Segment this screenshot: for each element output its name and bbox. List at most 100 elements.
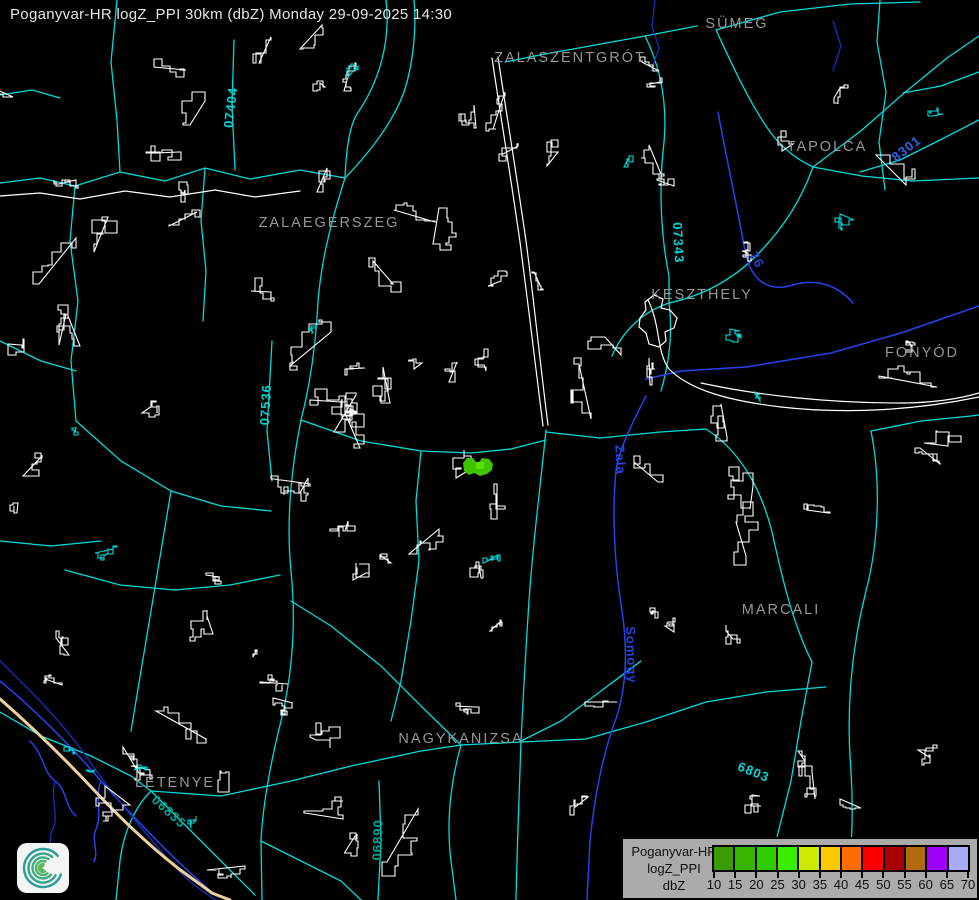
settlement-outline — [571, 358, 591, 419]
radar-viewer: ZALASZENTGRÓTSÜMEGTAPOLCAZALAEGERSZEGKES… — [0, 0, 979, 900]
settlement-outline — [182, 92, 205, 125]
settlement-outline — [928, 108, 943, 116]
colorbar-cell — [821, 847, 842, 870]
settlement-outline — [72, 427, 78, 435]
colorbar-cell — [885, 847, 906, 870]
road-number-label: 8301 — [889, 132, 924, 164]
settlement-outline — [380, 554, 391, 563]
legend-station-name: Poganyvar-HR — [629, 843, 719, 860]
settlement-outline — [665, 618, 675, 632]
map-title: Poganyvar-HR logZ_PPI 30km (dbZ) Monday … — [10, 6, 452, 23]
settlement-outline — [56, 631, 69, 655]
settlement-outline — [835, 214, 854, 230]
settlement-outline — [300, 478, 308, 501]
settlement-outline — [650, 608, 658, 618]
road-number-label: 07536 — [257, 384, 274, 426]
road-network — [0, 0, 979, 900]
settlement-outline — [218, 771, 229, 792]
legend-colorbar: 10152025303540455055606570 — [712, 845, 970, 895]
city-label: LETENYE — [135, 775, 215, 791]
settlement-outline — [711, 404, 727, 441]
colorbar-cells — [712, 845, 970, 872]
settlement-outline — [146, 146, 181, 161]
settlement-outline — [924, 431, 961, 446]
settlement-outline — [8, 339, 24, 355]
settlement-outline — [445, 362, 457, 382]
settlement-outline — [734, 502, 758, 565]
settlement-outline — [726, 625, 740, 644]
settlement-outline — [483, 555, 500, 563]
settlement-outline — [624, 156, 633, 167]
radar-map: ZALASZENTGRÓTSÜMEGTAPOLCAZALAEGERSZEGKES… — [0, 0, 979, 900]
settlement-outline — [103, 811, 113, 821]
road-number-label: 07343 — [670, 222, 687, 264]
settlement-outline — [799, 763, 816, 799]
settlement-outline — [373, 367, 391, 403]
road-number-label: Zala — [612, 444, 629, 475]
settlement-outline — [0, 80, 13, 97]
settlement-outline — [44, 675, 62, 685]
settlement-outline — [92, 217, 117, 252]
settlement-outline — [657, 174, 674, 186]
settlement-outline — [570, 796, 588, 815]
city-label: TAPOLCA — [787, 139, 868, 155]
city-label: FONYÓD — [885, 344, 959, 361]
shoreline-and-main-roads — [0, 57, 979, 426]
settlement-outline — [470, 562, 483, 578]
tick-label: 70 — [956, 877, 979, 892]
settlement-outline — [142, 401, 159, 417]
settlement-outline — [488, 271, 507, 286]
legend-product-name: logZ_PPI — [629, 860, 719, 877]
settlement-outline — [156, 707, 206, 743]
settlement-outline — [840, 799, 861, 809]
settlement-outline — [330, 521, 355, 537]
settlement-outline — [95, 546, 117, 560]
city-label: ZALASZENTGRÓT — [494, 49, 646, 66]
settlement-outline — [547, 140, 558, 166]
settlement-outline — [588, 337, 621, 355]
settlement-outline — [123, 747, 144, 775]
colorbar-cell — [799, 847, 820, 870]
settlement-outline — [641, 145, 661, 174]
road-number-label: 06890 — [369, 819, 385, 861]
colorbar-cell — [863, 847, 884, 870]
city-label: SÜMEG — [705, 14, 768, 32]
road-number-label: Somogy — [623, 626, 640, 684]
settlement-outline — [206, 573, 221, 584]
settlement-outline — [879, 366, 937, 387]
settlement-outline — [433, 208, 456, 250]
map-labels: ZALASZENTGRÓTSÜMEGTAPOLCAZALAEGERSZEGKES… — [135, 14, 959, 861]
settlement-outline — [253, 650, 257, 657]
settlement-outline — [475, 349, 488, 371]
settlement-outline — [313, 81, 325, 91]
colorbar-cell — [906, 847, 927, 870]
city-label: NAGYKANIZSA — [398, 731, 523, 747]
settlement-outline — [260, 675, 288, 691]
settlement-outline — [188, 816, 196, 828]
settlement-outline — [154, 59, 186, 77]
settlement-outline — [728, 467, 753, 509]
settlement-outline — [304, 797, 343, 819]
colorbar-cell — [714, 847, 735, 870]
settlement-outline — [726, 329, 741, 342]
settlement-outline — [382, 809, 418, 876]
settlement-outline — [300, 25, 323, 49]
settlement-outline — [532, 272, 543, 290]
settlement-outline — [490, 620, 502, 631]
settlement-outline — [310, 389, 345, 405]
colorbar-cell — [778, 847, 799, 870]
settlement-outline — [408, 359, 422, 369]
settlement-outline — [317, 168, 330, 192]
settlement-outline — [368, 258, 401, 292]
settlement-outline — [456, 703, 479, 714]
settlement-outline — [394, 203, 435, 222]
settlement-outline — [253, 37, 271, 63]
settlement-outline — [344, 833, 358, 856]
settlement-outline — [190, 610, 213, 641]
settlement-outline — [634, 456, 663, 482]
settlement-outline — [459, 105, 476, 128]
road-number-label: 6803 — [736, 759, 772, 785]
settlement-outline — [251, 278, 274, 301]
met-spiral-logo — [16, 842, 70, 894]
river-lines — [0, 0, 841, 900]
